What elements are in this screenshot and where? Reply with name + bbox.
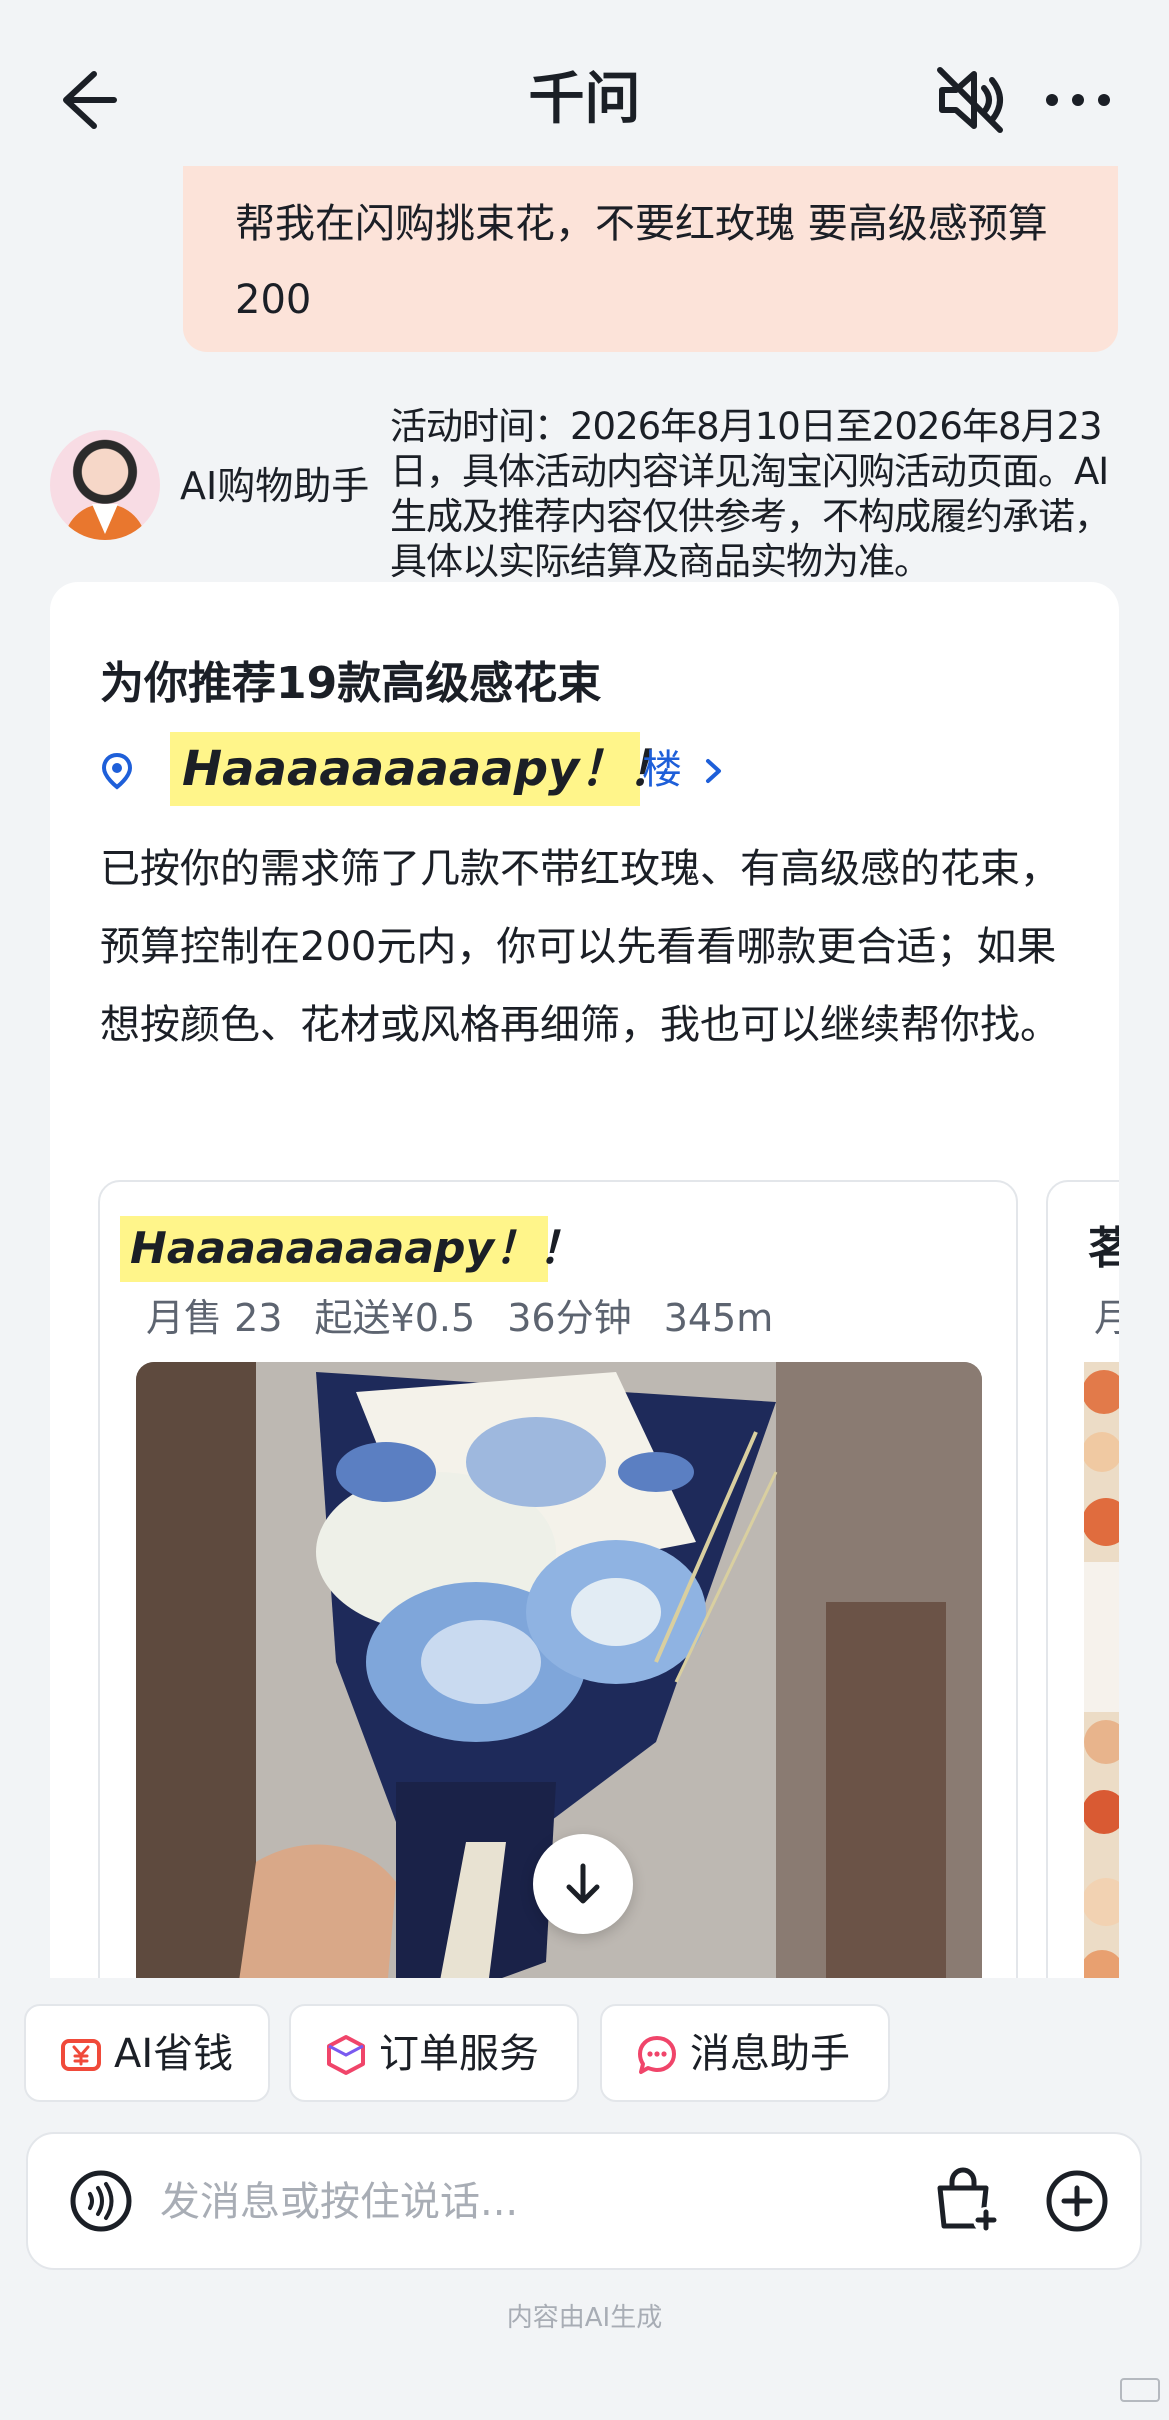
product-meta: 月售 23 起送¥0.5 36分钟 345m <box>146 1290 793 1346</box>
product-card[interactable]: 茗 月 <box>1046 1180 1119 1978</box>
more-dots-icon[interactable] <box>1036 58 1120 142</box>
user-message-bubble: 帮我在闪购挑束花，不要红玫瑰 要高级感预算200 <box>183 166 1118 352</box>
message-input-bar <box>26 2132 1142 2270</box>
product-name: Haaaaaaaaapy！！ <box>130 1223 583 1274</box>
scroll-down-button[interactable] <box>533 1834 633 1934</box>
quick-action-label: 消息助手 <box>690 2031 850 2077</box>
monthly-sales: 月售 23 <box>146 1296 283 1340</box>
add-to-cart-bag-icon[interactable] <box>930 2164 1002 2236</box>
location-pin-icon <box>98 752 136 790</box>
mute-speaker-icon[interactable] <box>928 58 1012 142</box>
watermark-box <box>1120 2378 1160 2402</box>
box-icon <box>325 2034 367 2076</box>
plus-circle-icon[interactable] <box>1044 2168 1110 2234</box>
activity-disclaimer: 活动时间：2026年8月10日至2026年8月23日，具体活动内容详见淘宝闪购活… <box>390 405 1111 583</box>
quick-action-label: AI省钱 <box>114 2031 234 2077</box>
recommendation-title: 为你推荐19款高级感花束 <box>100 658 602 709</box>
quick-action-label: 订单服务 <box>379 2031 539 2077</box>
distance: 345m <box>663 1296 774 1340</box>
store-name: Haaaaaaaaapy！！ <box>182 741 676 797</box>
voice-input-icon[interactable] <box>68 2168 134 2234</box>
message-input[interactable] <box>158 2164 802 2240</box>
quick-action-message-assistant[interactable]: 消息助手 <box>600 2004 890 2102</box>
assistant-name: AI购物助手 <box>180 464 370 508</box>
delivery-time: 36分钟 <box>507 1296 632 1340</box>
min-order: 起送¥0.5 <box>314 1296 476 1340</box>
arrow-down-icon <box>566 1863 600 1904</box>
recommendation-card: 为你推荐19款高级感花束 Haaaaaaaaapy！！ 楼 已按你的需求筛了几款… <box>50 582 1119 1978</box>
chat-bubble-icon <box>636 2034 678 2076</box>
assistant-avatar <box>50 430 160 540</box>
top-bar: 千问 <box>0 0 1169 190</box>
ai-generated-note: 内容由AI生成 <box>506 2303 663 2333</box>
yen-coupon-icon <box>60 2034 102 2076</box>
store-name-suffix: 楼 <box>642 747 682 793</box>
bouquet-photo[interactable] <box>1080 1362 1119 1978</box>
chevron-right-icon <box>702 756 726 786</box>
assistant-reply-text: 已按你的需求筛了几款不带红玫瑰、有高级感的花束，预算控制在200元内，你可以先看… <box>100 846 1060 1048</box>
quick-action-ai-save[interactable]: AI省钱 <box>24 2004 270 2102</box>
quick-action-order-service[interactable]: 订单服务 <box>289 2004 579 2102</box>
chat-screen: 千问 帮我在闪购挑束花，不要红玫瑰 要高级感预算200 AI购物助手 活动时间：… <box>0 0 1169 2420</box>
monthly-sales: 月 <box>1094 1290 1119 1346</box>
product-name: 茗 <box>1088 1218 1119 1280</box>
store-link-row[interactable]: Haaaaaaaaapy！！ 楼 <box>90 732 990 806</box>
